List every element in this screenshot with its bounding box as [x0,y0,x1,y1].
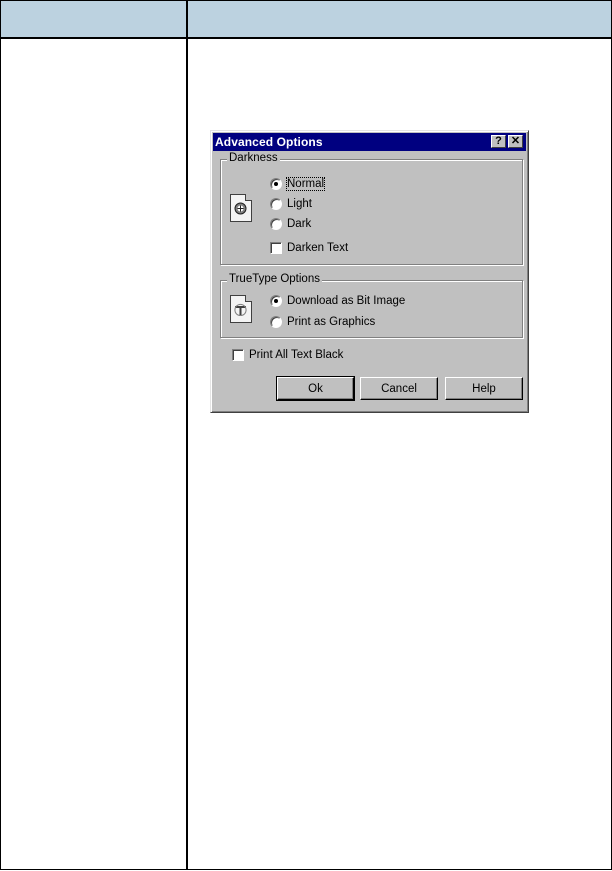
truetype-group-label: TrueType Options [227,273,322,285]
table-header-cell-left [1,1,186,37]
radio-light[interactable] [270,198,282,210]
close-icon[interactable]: ✕ [508,135,523,148]
darkness-group: Darkness Normal Light Dark Darken Text [220,152,523,265]
radio-normal-label[interactable]: Normal [285,177,326,191]
table-header-cell-right [188,1,611,37]
radio-dark-label[interactable]: Dark [287,218,311,230]
dialog-title: Advanced Options [215,135,323,149]
radio-dark[interactable] [270,218,282,230]
print-all-text-black-label[interactable]: Print All Text Black [249,349,343,361]
radio-print-as-graphics-label[interactable]: Print as Graphics [287,316,375,328]
cancel-button[interactable]: Cancel [360,377,438,400]
radio-download-bit-image-label[interactable]: Download as Bit Image [287,295,405,307]
darkness-group-label: Darkness [227,152,280,164]
dialog-title-bar[interactable]: Advanced Options ? ✕ [213,133,526,151]
ok-button[interactable]: Ok [276,376,355,401]
radio-print-as-graphics[interactable] [270,316,282,328]
help-button[interactable]: Help [445,377,523,400]
help-title-button[interactable]: ? [491,135,506,148]
truetype-font-icon [234,303,247,316]
radio-download-bit-image[interactable] [270,295,282,307]
darken-text-checkbox[interactable] [270,242,282,254]
darken-text-label[interactable]: Darken Text [287,242,348,254]
table-header-row [1,1,611,39]
advanced-options-dialog: Advanced Options ? ✕ Darkness Normal Lig… [210,130,529,413]
truetype-page-icon [230,295,252,323]
darkness-page-icon [230,194,252,222]
truetype-options-group: TrueType Options Download as Bit Image P… [220,273,523,338]
table-column-divider [186,1,188,869]
radio-light-label[interactable]: Light [287,198,312,210]
radio-normal[interactable] [270,178,282,190]
print-all-text-black-checkbox[interactable] [232,349,244,361]
darkness-dial-icon [234,202,247,215]
